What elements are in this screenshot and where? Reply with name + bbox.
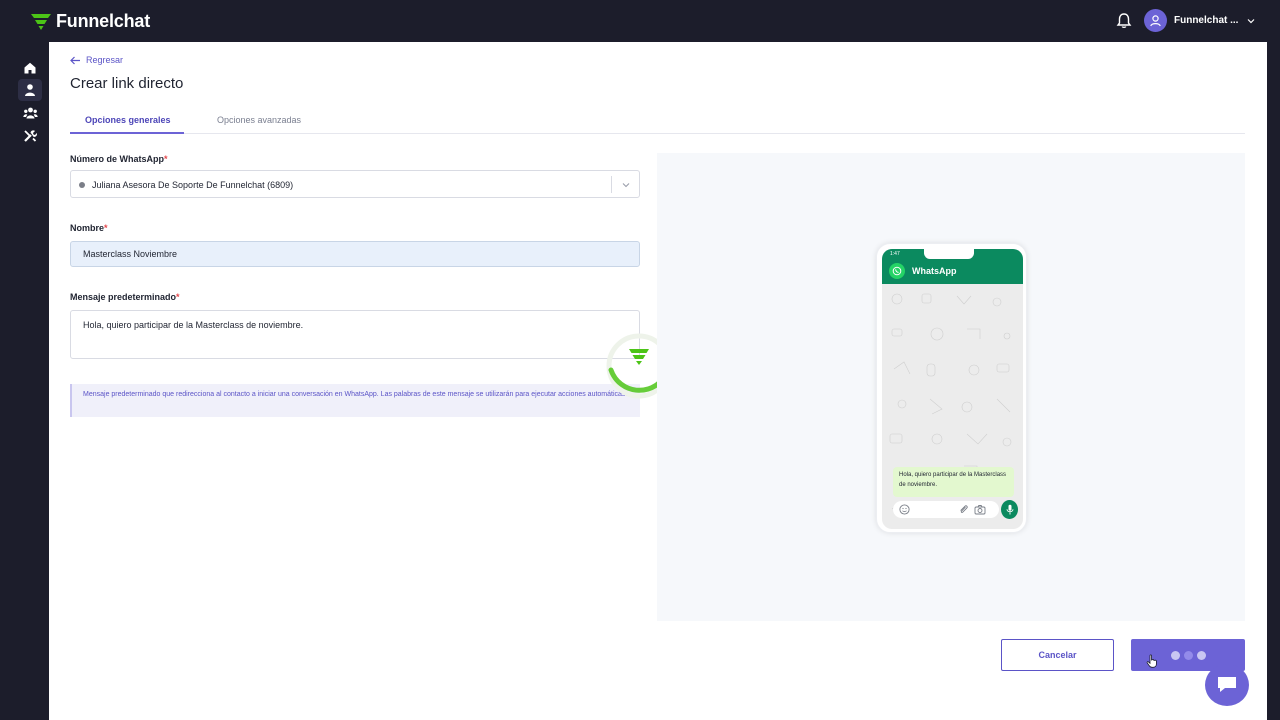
- phone-notch: [924, 249, 974, 259]
- emoji-icon: [899, 504, 910, 515]
- app-name: Funnelchat: [56, 11, 151, 31]
- funnelchat-logo[interactable]: Funnelchat: [30, 11, 150, 32]
- main-content: Regresar Crear link directo Opciones gen…: [49, 42, 1267, 720]
- hand-cursor-icon: [1146, 654, 1157, 668]
- cancel-button[interactable]: Cancelar: [1001, 639, 1114, 671]
- microphone-icon: [1001, 500, 1018, 519]
- loading-dot: [1196, 650, 1206, 660]
- message-bubble: Hola, quiero participar de la Masterclas…: [893, 467, 1014, 497]
- whatsapp-preview-panel: 1:47 WhatsApp Hola, quiero participar de…: [657, 153, 1245, 621]
- avatar: [1144, 9, 1167, 32]
- page-title: Crear link directo: [70, 75, 184, 92]
- back-label: Regresar: [86, 55, 124, 65]
- bell-icon[interactable]: [1115, 12, 1133, 30]
- user-icon: [25, 84, 35, 96]
- chevron-down-icon[interactable]: [621, 180, 631, 190]
- select-divider: [611, 176, 612, 193]
- message-textarea[interactable]: Hola, quiero participar de la Masterclas…: [70, 310, 640, 359]
- whatsapp-input-bar: [893, 501, 999, 518]
- back-link[interactable]: Regresar: [70, 55, 123, 65]
- sidebar-item-contacts[interactable]: [18, 79, 42, 101]
- tools-icon: [24, 130, 37, 142]
- sidebar-item-tools[interactable]: [18, 125, 42, 147]
- arrow-left-icon: [70, 56, 80, 64]
- tabs: Opciones generales Opciones avanzadas: [70, 112, 1245, 134]
- phone-screen: 1:47 WhatsApp Hola, quiero participar de…: [882, 249, 1023, 529]
- whatsapp-number-select[interactable]: Juliana Asesora De Soporte De Funnelchat…: [70, 170, 640, 198]
- user-menu[interactable]: Funnelchat ...: [1144, 9, 1256, 32]
- whatsapp-logo-icon: [889, 263, 905, 279]
- tab-advanced-options[interactable]: Opciones avanzadas: [217, 115, 301, 125]
- sidebar-item-groups[interactable]: [18, 102, 42, 124]
- chat-support-button[interactable]: [1205, 664, 1249, 706]
- sidebar-item-home[interactable]: [18, 57, 42, 79]
- whatsapp-number-value: Juliana Asesora De Soporte De Funnelchat…: [92, 180, 294, 190]
- whatsapp-number-label: Número de WhatsApp*: [70, 154, 168, 164]
- name-input[interactable]: [70, 241, 640, 267]
- phone-mockup: 1:47 WhatsApp Hola, quiero participar de…: [876, 243, 1027, 533]
- chat-bubble-icon: [1218, 677, 1236, 692]
- chevron-down-icon: [1248, 18, 1255, 23]
- whatsapp-header: 1:47 WhatsApp: [882, 249, 1023, 284]
- message-label: Mensaje predeterminado*: [70, 292, 180, 302]
- status-time: 1:47: [890, 251, 900, 257]
- loading-dot: [1183, 650, 1193, 660]
- attach-icon: [960, 505, 968, 513]
- connection-status-dot: [79, 182, 85, 188]
- users-group-icon: [22, 107, 38, 119]
- sidebar: [0, 42, 49, 720]
- loading-dot: [1170, 650, 1180, 660]
- user-avatar-icon: [1150, 15, 1161, 27]
- name-label: Nombre*: [70, 223, 108, 233]
- active-tab-indicator: [70, 132, 184, 134]
- home-icon: [24, 62, 36, 74]
- user-name: Funnelchat ...: [1174, 15, 1239, 26]
- camera-icon: [974, 505, 986, 515]
- top-bar: Funnelchat Funnelchat ...: [0, 0, 1280, 42]
- message-help-text: Mensaje predeterminado que redirecciona …: [70, 384, 640, 417]
- whatsapp-title: WhatsApp: [912, 266, 957, 276]
- window-edge: [1267, 42, 1280, 720]
- tab-general-options[interactable]: Opciones generales: [85, 115, 171, 125]
- funnelchat-logo-icon: [31, 13, 51, 30]
